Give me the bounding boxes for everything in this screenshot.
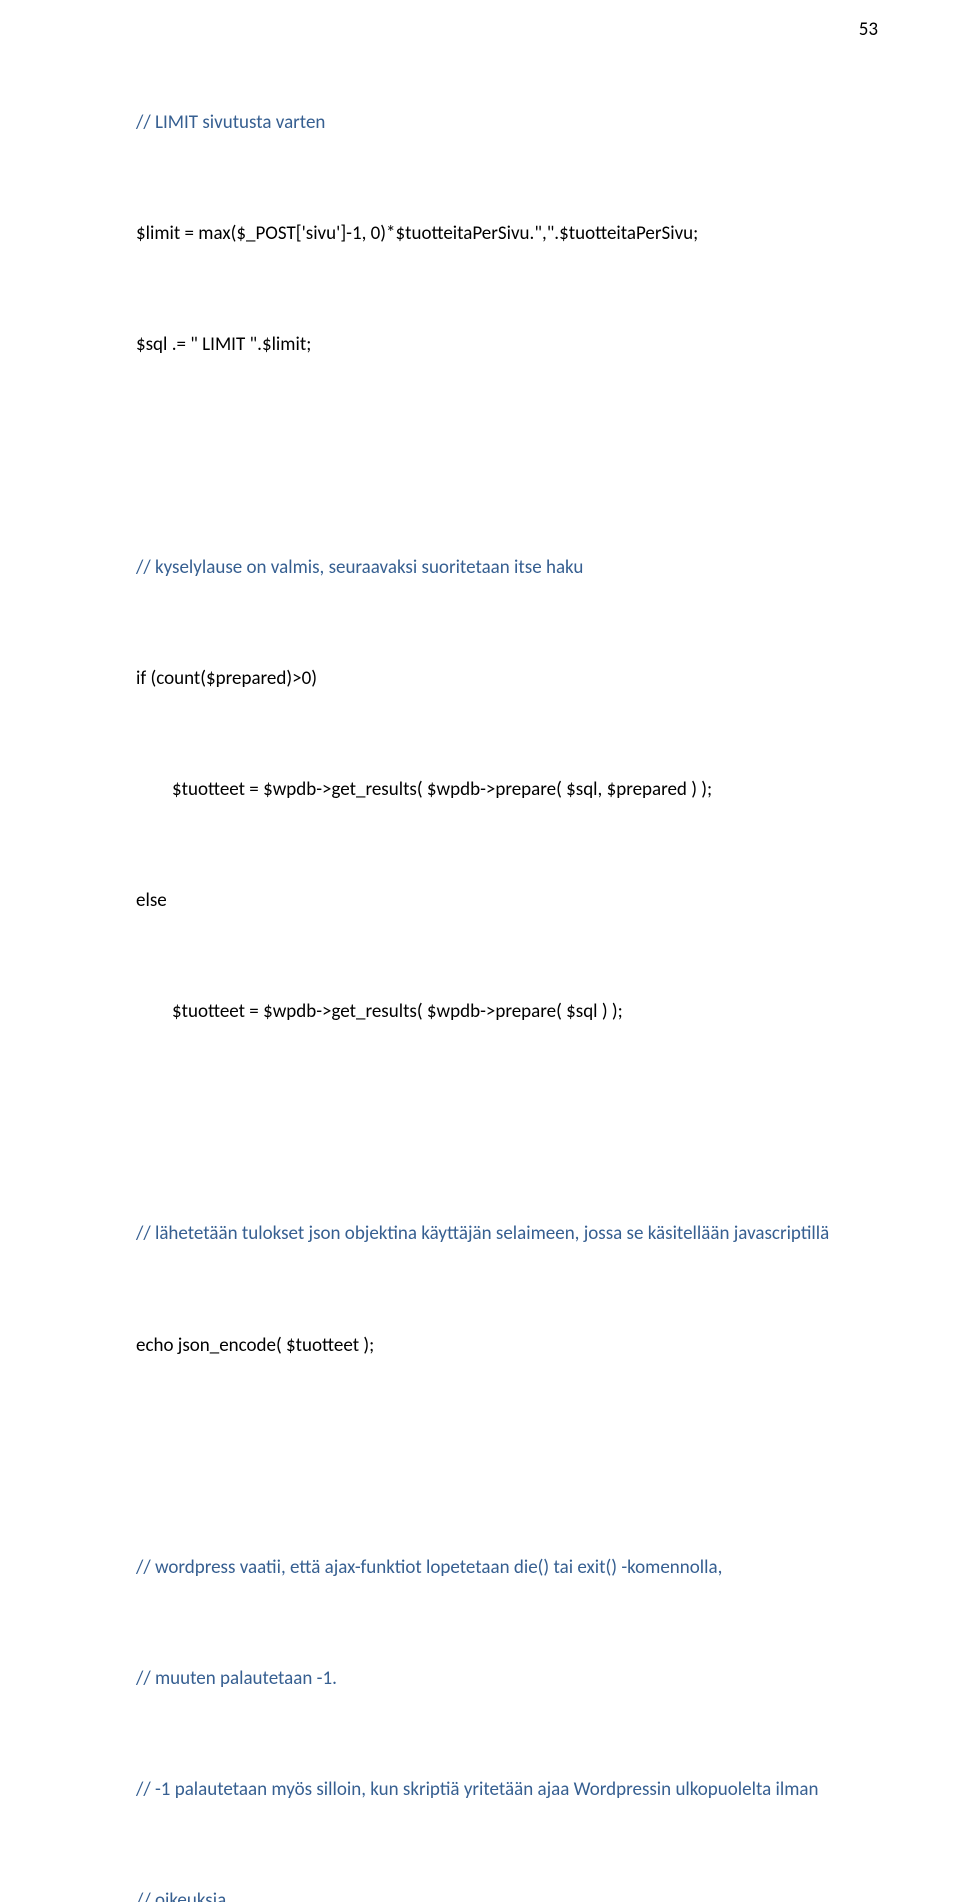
code-comment: // oikeuksia [136, 1882, 880, 1902]
code-comment: // -1 palautetaan myös silloin, kun skri… [136, 1771, 880, 1808]
code-comment: // LIMIT sivutusta varten [136, 104, 880, 141]
blank-line [100, 1438, 880, 1475]
code-line: $limit = max($_POST['sivu']-1, 0)*$tuott… [136, 215, 880, 252]
code-line: echo json_encode( $tuotteet ); [136, 1327, 880, 1364]
code-line: $sql .= " LIMIT ".$limit; [136, 326, 880, 363]
code-block: // LIMIT sivutusta varten $limit = max($… [100, 30, 880, 1902]
code-comment: // kyselylause on valmis, seuraavaksi su… [136, 549, 880, 586]
code-comment: // lähetetään tulokset json objektina kä… [136, 1215, 880, 1252]
code-line: $tuotteet = $wpdb->get_results( $wpdb->p… [172, 993, 880, 1030]
code-line: $tuotteet = $wpdb->get_results( $wpdb->p… [172, 771, 880, 808]
code-line: if (count($prepared)>0) [136, 660, 880, 697]
page-number: 53 [859, 18, 878, 41]
code-comment: // muuten palautetaan -1. [136, 1660, 880, 1697]
blank-line [100, 1104, 880, 1141]
code-comment: // wordpress vaatii, että ajax-funktiot … [136, 1549, 880, 1586]
code-line: else [136, 882, 880, 919]
document-page: 53 // LIMIT sivutusta varten $limit = ma… [0, 0, 960, 951]
blank-line [100, 438, 880, 475]
